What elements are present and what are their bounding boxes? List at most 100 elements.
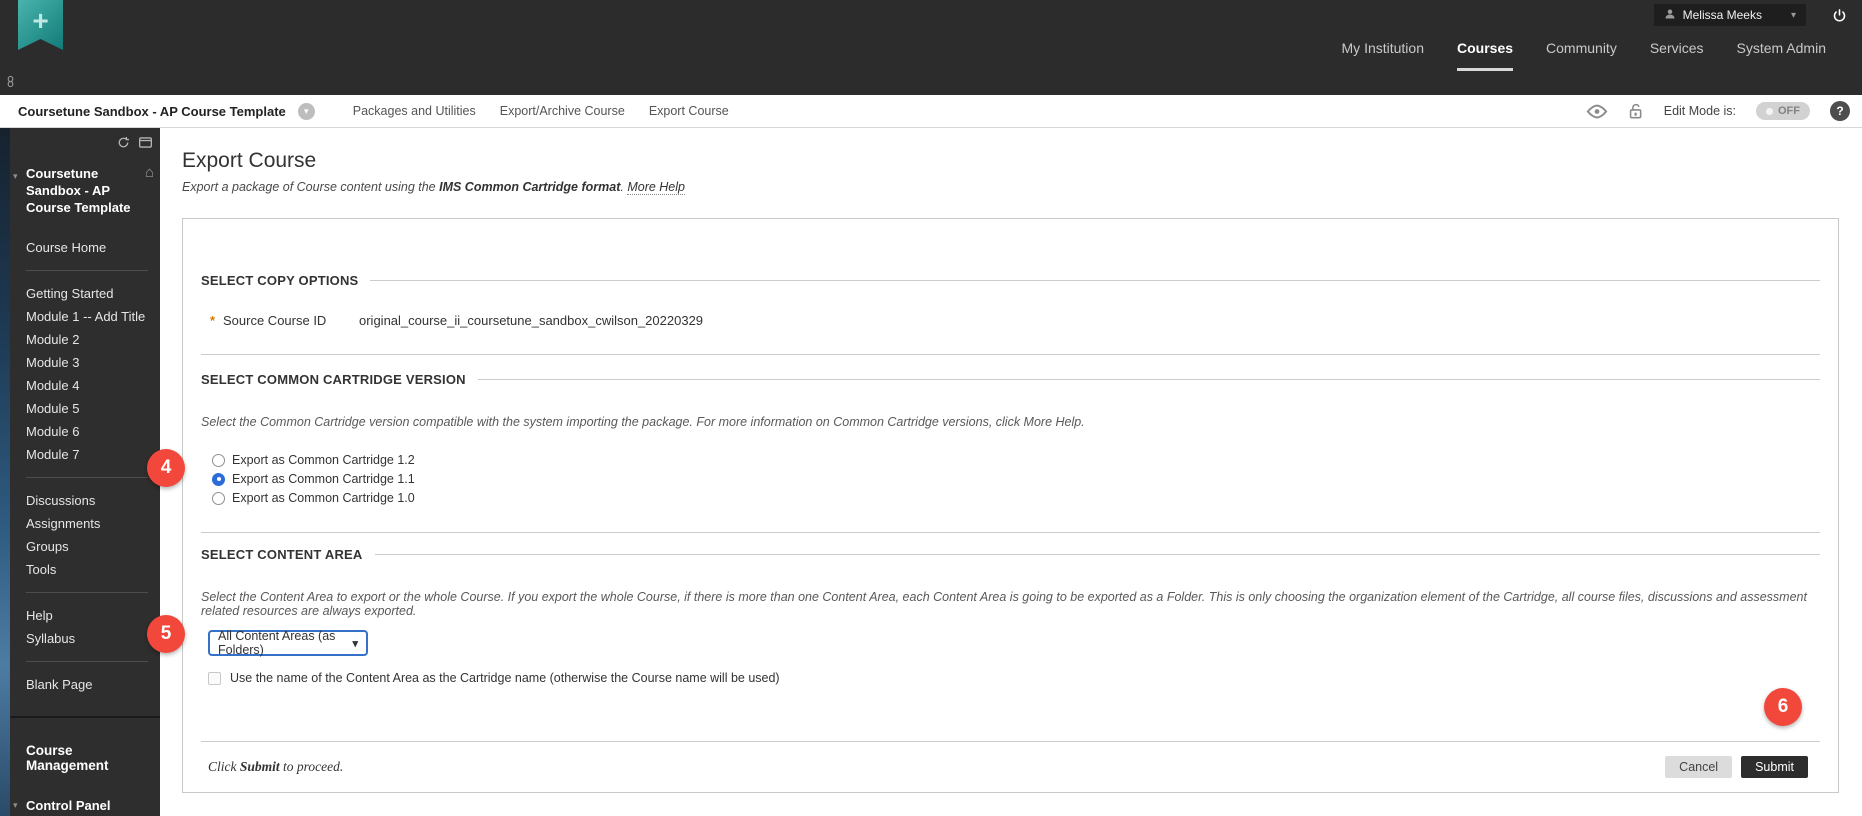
cartridge-name-checkbox-label: Use the name of the Content Area as the … (230, 671, 780, 685)
course-menu-toggle[interactable]: ▾ (297, 102, 315, 120)
export-course-form: SELECT COPY OPTIONS * Source Course ID o… (182, 218, 1839, 793)
divider (10, 716, 160, 718)
sidebar-item-discussions[interactable]: Discussions (26, 494, 152, 508)
user-menu[interactable]: Melissa Meeks ▾ (1653, 4, 1806, 26)
source-course-id-row: * Source Course ID original_course_ii_co… (201, 313, 1820, 328)
tab-community[interactable]: Community (1546, 40, 1617, 71)
open-lock-icon (1629, 103, 1642, 118)
sidebar-item-module-2[interactable]: Module 2 (26, 333, 152, 347)
required-asterisk: * (210, 313, 216, 328)
more-help-link[interactable]: More Help (627, 180, 685, 195)
chevron-down-icon: ▾ (304, 105, 309, 116)
toggle-dot-icon (1766, 107, 1773, 115)
radio-cartridge-1-1[interactable]: Export as Common Cartridge 1.1 (212, 472, 1820, 486)
cancel-button[interactable]: Cancel (1665, 756, 1733, 778)
breadcrumb: Packages and Utilities Export/Archive Co… (353, 104, 729, 118)
divider (201, 532, 1820, 533)
sidebar-item-syllabus[interactable]: Syllabus (26, 632, 152, 646)
radio-cartridge-1-0[interactable]: Export as Common Cartridge 1.0 (212, 491, 1820, 505)
breadcrumb-item-export-archive[interactable]: Export/Archive Course (500, 104, 625, 118)
radio-button-selected-icon[interactable] (212, 472, 225, 486)
home-icon: ⌂ (144, 164, 154, 181)
page-title: Export Course (182, 149, 317, 172)
section-select-cartridge-version: SELECT COMMON CARTRIDGE VERSION (201, 372, 1820, 387)
eye-icon (1586, 104, 1608, 118)
chevron-down-icon: ▾ (352, 637, 358, 650)
tab-system-admin[interactable]: System Admin (1737, 40, 1826, 71)
course-menu-sidebar: ▾ Coursetune Sandbox - AP Course Templat… (10, 128, 160, 816)
sidebar-item-module-3[interactable]: Module 3 (26, 356, 152, 370)
divider (201, 354, 1820, 355)
divider (26, 270, 148, 271)
radio-button-icon[interactable] (212, 453, 225, 467)
user-icon (1664, 8, 1676, 23)
help-button[interactable]: ? (1830, 101, 1850, 121)
radio-cartridge-1-2[interactable]: Export as Common Cartridge 1.2 (212, 453, 1820, 467)
control-panel-toggle[interactable]: ▾ Control Panel (13, 798, 152, 813)
triangle-down-icon: ▾ (13, 171, 18, 181)
course-management-heading: Course Management (26, 743, 109, 773)
tab-courses[interactable]: Courses (1457, 40, 1514, 71)
submit-instruction: Click Submit to proceed. (208, 759, 344, 774)
link-icon (6, 75, 15, 93)
logout-button[interactable] (1826, 4, 1852, 26)
sidebar-course-title[interactable]: ▾ Coursetune Sandbox - AP Course Templat… (13, 164, 154, 216)
global-nav-tabs: My Institution Courses Community Service… (1342, 40, 1826, 71)
form-footer: Click Submit to proceed. Cancel Submit (201, 756, 1820, 778)
sidebar-item-getting-started[interactable]: Getting Started (26, 287, 152, 301)
chevron-down-icon: ▾ (1790, 9, 1796, 21)
divider (26, 661, 148, 662)
triangle-down-icon: ▾ (13, 800, 18, 810)
user-name: Melissa Meeks (1682, 8, 1762, 22)
sidebar-item-course-home[interactable]: Course Home (26, 241, 152, 255)
section-select-copy-options: SELECT COPY OPTIONS (201, 273, 1820, 288)
breadcrumb-bar: Coursetune Sandbox - AP Course Template … (0, 95, 1862, 128)
cartridge-version-options: Export as Common Cartridge 1.2 Export as… (212, 453, 1820, 505)
submit-button[interactable]: Submit (1741, 756, 1808, 778)
main-content: Export Course Export a package of Course… (160, 128, 1862, 816)
edit-mode-toggle[interactable]: OFF (1756, 102, 1810, 120)
edit-mode-value: OFF (1778, 105, 1800, 117)
divider (26, 477, 148, 478)
breadcrumb-item-packages[interactable]: Packages and Utilities (353, 104, 476, 118)
annotation-badge-4: 4 (147, 449, 185, 487)
content-area-selected-value: All Content Areas (as Folders) (218, 629, 336, 657)
annotation-badge-6: 6 (1764, 688, 1802, 726)
radio-button-icon[interactable] (212, 491, 225, 505)
plus-icon: + (32, 5, 49, 36)
annotation-badge-5: 5 (147, 615, 185, 653)
sidebar-item-module-6[interactable]: Module 6 (26, 425, 152, 439)
refresh-icon[interactable] (117, 136, 130, 149)
sidebar-item-blank-page[interactable]: Blank Page (26, 678, 152, 692)
breadcrumb-item-export-course: Export Course (648, 104, 729, 118)
content-area-select[interactable]: All Content Areas (as Folders) ▾ (208, 629, 368, 657)
cartridge-name-checkbox-row[interactable]: Use the name of the Content Area as the … (208, 671, 1820, 685)
cartridge-description: Select the Common Cartridge version comp… (201, 415, 1085, 429)
sidebar-item-module-1[interactable]: Module 1 -- Add Title (26, 310, 152, 324)
source-course-id-value: original_course_ii_coursetune_sandbox_cw… (359, 313, 704, 328)
question-mark-icon: ? (1836, 104, 1844, 118)
content-area-description: Select the Content Area to export or the… (201, 590, 1807, 618)
add-bookmark-ribbon[interactable]: + (18, 0, 63, 50)
tab-my-institution[interactable]: My Institution (1342, 40, 1424, 71)
checkbox-unchecked-icon[interactable] (208, 671, 221, 685)
source-course-id-label: Source Course ID (223, 313, 327, 328)
sidebar-item-module-4[interactable]: Module 4 (26, 379, 152, 393)
sidebar-item-groups[interactable]: Groups (26, 540, 152, 554)
top-header: + Melissa Meeks ▾ My Institution Courses… (0, 0, 1862, 95)
open-window-icon[interactable] (139, 136, 152, 149)
lock-toggle-button[interactable] (1628, 103, 1644, 120)
page-subtitle: Export a package of Course content using… (182, 180, 685, 195)
divider (26, 592, 148, 593)
sidebar-item-help[interactable]: Help (26, 609, 152, 623)
sidebar-item-module-5[interactable]: Module 5 (26, 402, 152, 416)
divider (201, 741, 1820, 742)
sidebar-item-assignments[interactable]: Assignments (26, 517, 152, 531)
sidebar-item-module-7[interactable]: Module 7 (26, 448, 152, 462)
student-preview-button[interactable] (1586, 104, 1608, 119)
power-icon (1833, 8, 1845, 21)
tab-services[interactable]: Services (1650, 40, 1704, 71)
section-select-content-area: SELECT CONTENT AREA (201, 547, 1820, 562)
sidebar-item-tools[interactable]: Tools (26, 563, 152, 577)
breadcrumb-course-title[interactable]: Coursetune Sandbox - AP Course Template (18, 104, 286, 119)
